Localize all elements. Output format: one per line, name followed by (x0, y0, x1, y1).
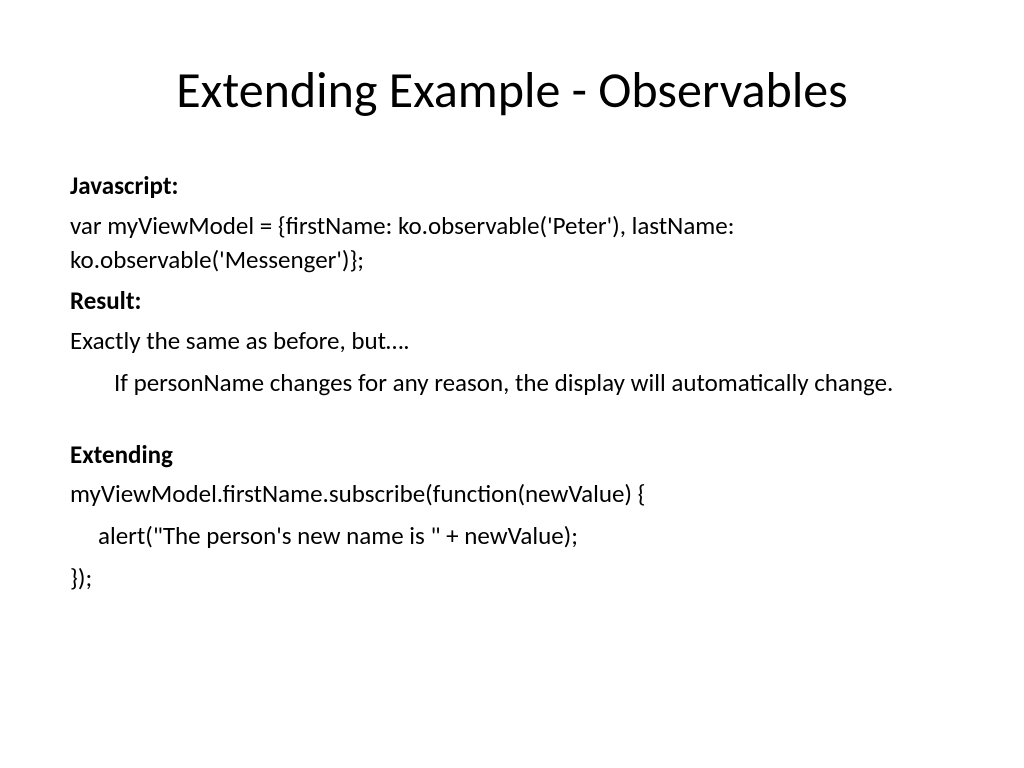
section-label-javascript: Javascript: (70, 169, 954, 203)
extending-code-line2: alert("The person's new name is " + newV… (70, 519, 954, 553)
slide-title: Extending Example - Observables (70, 60, 954, 121)
result-line2: If personName changes for any reason, th… (70, 366, 954, 400)
extending-code-line1: myViewModel.firstName.subscribe(function… (70, 477, 954, 511)
section-label-extending: Extending (70, 438, 954, 472)
result-line1: Exactly the same as before, but…. (70, 324, 954, 358)
extending-code-line3: }); (70, 561, 954, 595)
slide-content: Javascript: var myViewModel = {firstName… (70, 169, 954, 595)
section-label-result: Result: (70, 284, 954, 318)
javascript-code: var myViewModel = {firstName: ko.observa… (70, 209, 954, 277)
